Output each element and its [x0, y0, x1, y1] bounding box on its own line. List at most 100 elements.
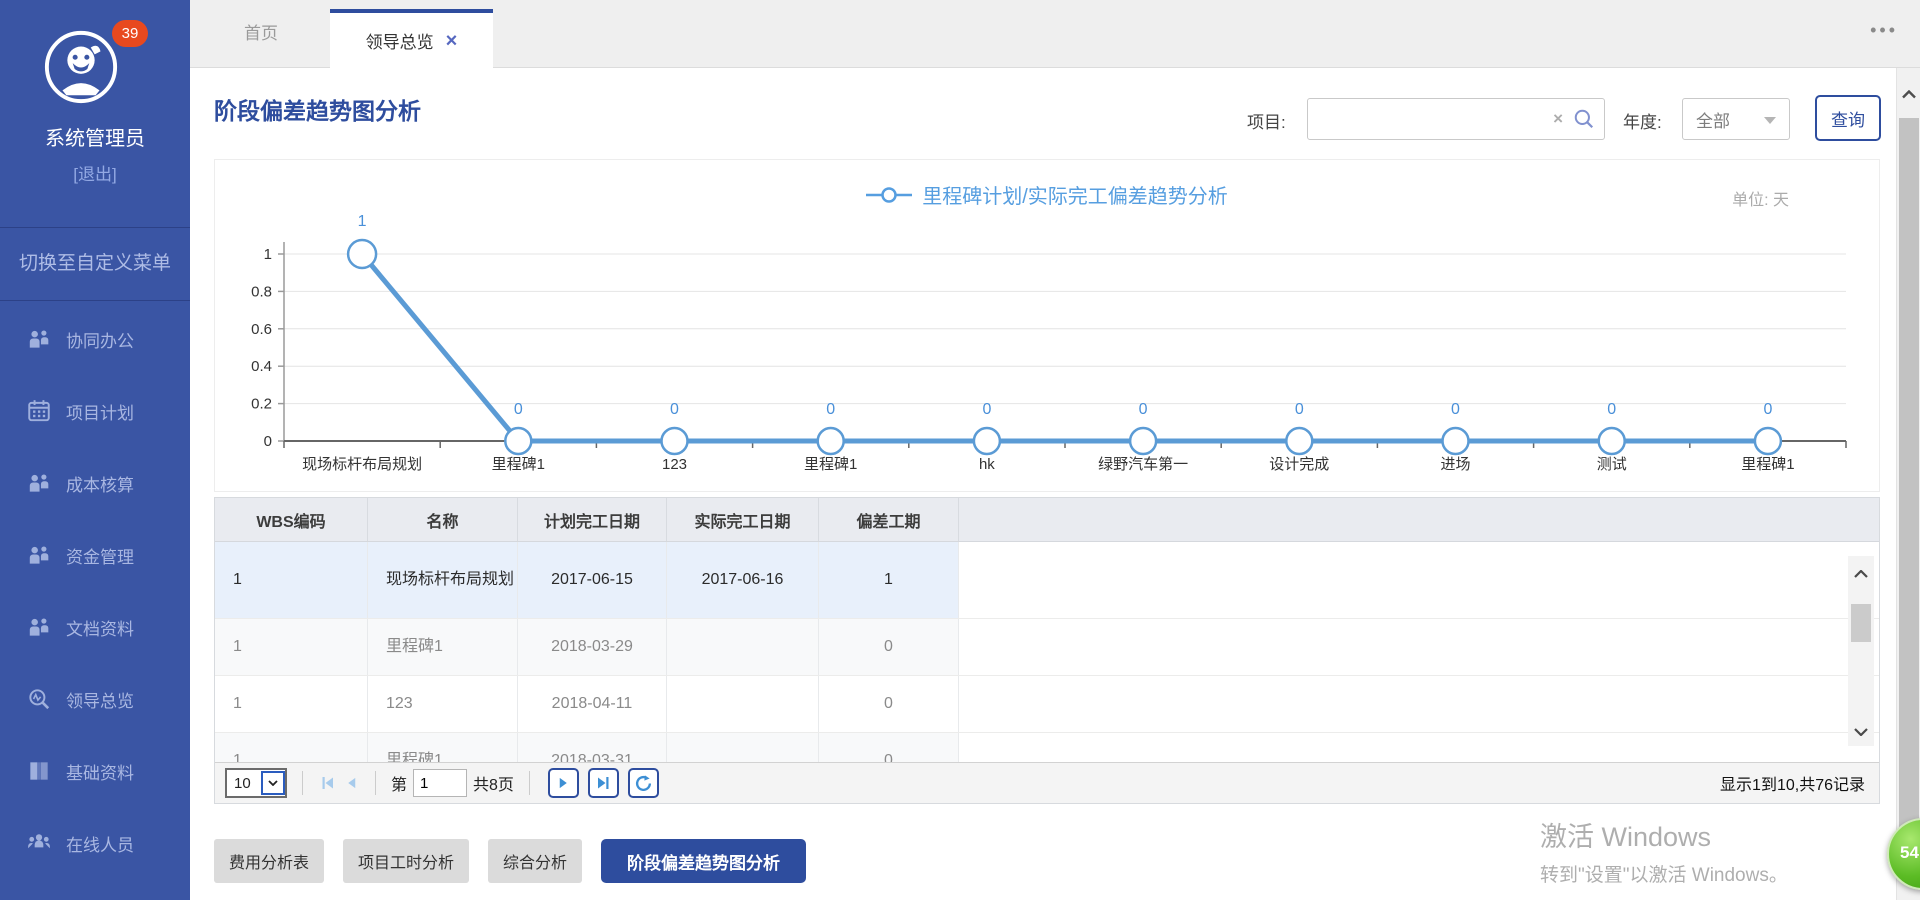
divider — [302, 771, 303, 795]
line-marker-icon — [866, 187, 912, 203]
chart-panel: 00.20.40.60.81现场标杆布局规划里程碑1123里程碑1hk绿野汽车第… — [214, 159, 1880, 492]
svg-text:123: 123 — [662, 456, 687, 473]
close-icon[interactable]: × — [446, 31, 458, 51]
column-header[interactable]: WBS编码 — [215, 498, 368, 541]
total-pages: 共8页 — [473, 771, 514, 795]
sidebar-item-online-users[interactable]: 在线人员 — [0, 807, 190, 879]
tab-label: 领导总览 — [366, 28, 434, 53]
sidebar: 39 系统管理员 [退出] 切换至自定义菜单 协同办公项目计划成本核算资金管理文… — [0, 0, 190, 900]
username: 系统管理员 — [0, 122, 190, 151]
scroll-down-icon[interactable] — [1854, 728, 1868, 736]
unit-label: 单位: 天 — [1732, 186, 1789, 210]
sidebar-item-label: 项目计划 — [66, 399, 134, 424]
scroll-up-icon[interactable] — [1854, 570, 1868, 578]
scroll-up-icon[interactable] — [1902, 90, 1916, 99]
page-scrollbar[interactable] — [1896, 68, 1920, 900]
project-search-box[interactable]: × — [1307, 98, 1605, 140]
svg-text:1: 1 — [358, 213, 367, 230]
column-header[interactable]: 偏差工期 — [819, 498, 959, 541]
watermark-line1: 激活 Windows — [1540, 815, 1788, 854]
year-select[interactable]: 全部 — [1682, 98, 1790, 140]
project-label: 项目: — [1247, 108, 1286, 133]
scrollbar-thumb[interactable] — [1851, 604, 1871, 642]
svg-text:里程碑1: 里程碑1 — [492, 456, 545, 473]
sidebar-menu: 协同办公项目计划成本核算资金管理文档资料领导总览基础资料在线人员 — [0, 303, 190, 879]
first-page-button[interactable] — [318, 774, 336, 792]
main-content: 阶段偏差趋势图分析 项目: × 年度: 全部 查询 00.20.40.60.81… — [190, 68, 1896, 900]
svg-text:0: 0 — [514, 401, 523, 418]
svg-text:现场标杆布局规划: 现场标杆布局规划 — [302, 456, 422, 473]
table-scrollbar[interactable] — [1848, 556, 1874, 746]
table-row[interactable]: 11232018-04-110 — [215, 676, 1879, 733]
svg-text:设计完成: 设计完成 — [1269, 456, 1329, 473]
sidebar-item-project-plan[interactable]: 项目计划 — [0, 375, 190, 447]
calendar-icon — [26, 398, 52, 424]
svg-text:hk: hk — [979, 456, 995, 473]
pagination-bar: 10 第 共8页 — [215, 762, 1879, 803]
user-avatar-icon — [42, 28, 120, 106]
bottom-tab-comprehensive[interactable]: 综合分析 — [488, 839, 582, 883]
windows-watermark: 激活 Windows 转到"设置"以激活 Windows。 — [1540, 815, 1788, 887]
sidebar-item-cost-accounting[interactable]: 成本核算 — [0, 447, 190, 519]
logout-link[interactable]: [退出] — [0, 160, 190, 185]
table-cell: 2017-06-16 — [667, 542, 819, 618]
book-icon — [26, 758, 52, 784]
prev-page-button[interactable] — [342, 774, 360, 792]
divider — [529, 771, 530, 795]
switch-menu-button[interactable]: 切换至自定义菜单 — [0, 227, 190, 301]
divider — [375, 771, 376, 795]
svg-text:0: 0 — [670, 401, 679, 418]
people-icon — [26, 542, 52, 568]
sidebar-item-label: 文档资料 — [66, 615, 134, 640]
page-size-select[interactable]: 10 — [225, 768, 287, 798]
group-icon — [26, 830, 52, 856]
clear-icon[interactable]: × — [1553, 109, 1563, 129]
sidebar-item-basic-data[interactable]: 基础资料 — [0, 735, 190, 807]
refresh-button[interactable] — [628, 768, 659, 798]
bottom-tab-cost-analysis[interactable]: 费用分析表 — [214, 839, 324, 883]
svg-text:里程碑1: 里程碑1 — [804, 456, 857, 473]
column-header[interactable]: 计划完工日期 — [518, 498, 667, 541]
sidebar-item-label: 在线人员 — [66, 831, 134, 856]
records-summary: 显示1到10,共76记录 — [1720, 771, 1869, 795]
table-cell: 1 — [215, 542, 368, 618]
next-page-button[interactable] — [548, 768, 579, 798]
search-icon[interactable] — [1573, 108, 1595, 130]
project-input[interactable] — [1308, 99, 1553, 139]
query-button[interactable]: 查询 — [1815, 95, 1881, 141]
svg-text:0: 0 — [1451, 401, 1460, 418]
tab-leader-overview[interactable]: 领导总览 × — [330, 9, 493, 68]
table-row[interactable]: 1里程碑12018-03-310 — [215, 733, 1879, 764]
column-header[interactable]: 名称 — [368, 498, 518, 541]
bottom-tab-stage-deviation[interactable]: 阶段偏差趋势图分析 — [601, 839, 806, 883]
trend-line-chart: 00.20.40.60.81现场标杆布局规划里程碑1123里程碑1hk绿野汽车第… — [215, 160, 1879, 491]
svg-text:绿野汽车第一: 绿野汽车第一 — [1098, 455, 1188, 473]
svg-text:0: 0 — [982, 401, 991, 418]
table-header-row: WBS编码名称计划完工日期实际完工日期偏差工期 — [215, 498, 1879, 542]
svg-text:里程碑1: 里程碑1 — [1741, 456, 1794, 473]
table-row[interactable]: 1里程碑12018-03-290 — [215, 619, 1879, 676]
sidebar-item-label: 成本核算 — [66, 471, 134, 496]
column-header[interactable]: 实际完工日期 — [667, 498, 819, 541]
chart-legend[interactable]: 里程碑计划/实际完工偏差趋势分析 — [215, 180, 1879, 209]
tab-home[interactable]: 首页 — [230, 0, 292, 68]
sidebar-item-leader-overview[interactable]: 领导总览 — [0, 663, 190, 735]
bottom-tab-project-hours[interactable]: 项目工时分析 — [343, 839, 469, 883]
people-icon — [26, 470, 52, 496]
avatar[interactable] — [42, 28, 120, 106]
sidebar-item-fund-management[interactable]: 资金管理 — [0, 519, 190, 591]
more-menu-icon[interactable]: ••• — [1870, 20, 1898, 41]
table-cell: 0 — [819, 619, 959, 675]
last-page-button[interactable] — [588, 768, 619, 798]
table-cell: 1 — [215, 619, 368, 675]
table-cell: 123 — [368, 676, 518, 732]
svg-text:0: 0 — [264, 433, 272, 450]
year-value: 全部 — [1696, 107, 1730, 132]
sidebar-item-documents[interactable]: 文档资料 — [0, 591, 190, 663]
table-cell: 2018-04-11 — [518, 676, 667, 732]
page-number-input[interactable] — [413, 769, 467, 797]
table-row[interactable]: 1现场标杆布局规划2017-06-152017-06-161 — [215, 542, 1879, 619]
scrollbar-thumb[interactable] — [1899, 118, 1919, 836]
chevron-down-icon — [1764, 117, 1776, 124]
sidebar-item-collab-office[interactable]: 协同办公 — [0, 303, 190, 375]
